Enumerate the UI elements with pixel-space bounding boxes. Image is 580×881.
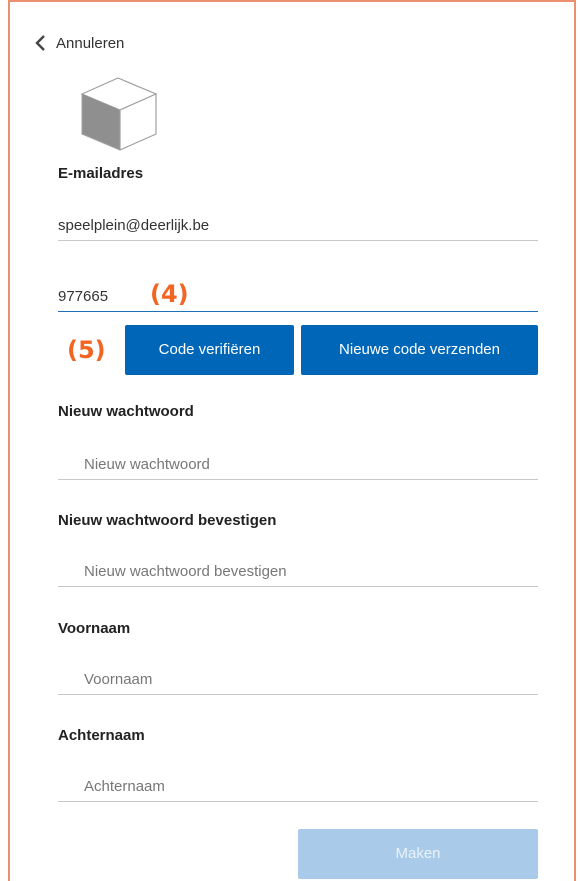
new-password-field[interactable] xyxy=(58,450,538,480)
cancel-label: Annuleren xyxy=(56,34,125,52)
cancel-link[interactable]: Annuleren xyxy=(34,34,124,52)
annotation-step-4: (4) xyxy=(150,280,189,308)
email-field[interactable] xyxy=(58,211,538,241)
chevron-left-icon xyxy=(35,35,45,51)
last-name-field[interactable] xyxy=(58,772,538,802)
first-name-field[interactable] xyxy=(58,665,538,695)
verify-code-button[interactable]: Code verifiëren xyxy=(125,325,294,375)
cube-logo-icon xyxy=(80,77,158,151)
first-name-label: Voornaam xyxy=(58,620,131,637)
confirm-password-label: Nieuw wachtwoord bevestigen xyxy=(58,512,277,529)
last-name-label: Achternaam xyxy=(58,727,145,744)
annotation-step-5: (5) xyxy=(67,336,106,364)
create-button[interactable]: Maken xyxy=(298,829,538,879)
new-password-label: Nieuw wachtwoord xyxy=(58,403,194,420)
verification-code-field[interactable] xyxy=(58,282,538,312)
email-label: E-mailadres xyxy=(58,165,144,182)
confirm-password-field[interactable] xyxy=(58,557,538,587)
resend-code-button[interactable]: Nieuwe code verzenden xyxy=(301,325,538,375)
